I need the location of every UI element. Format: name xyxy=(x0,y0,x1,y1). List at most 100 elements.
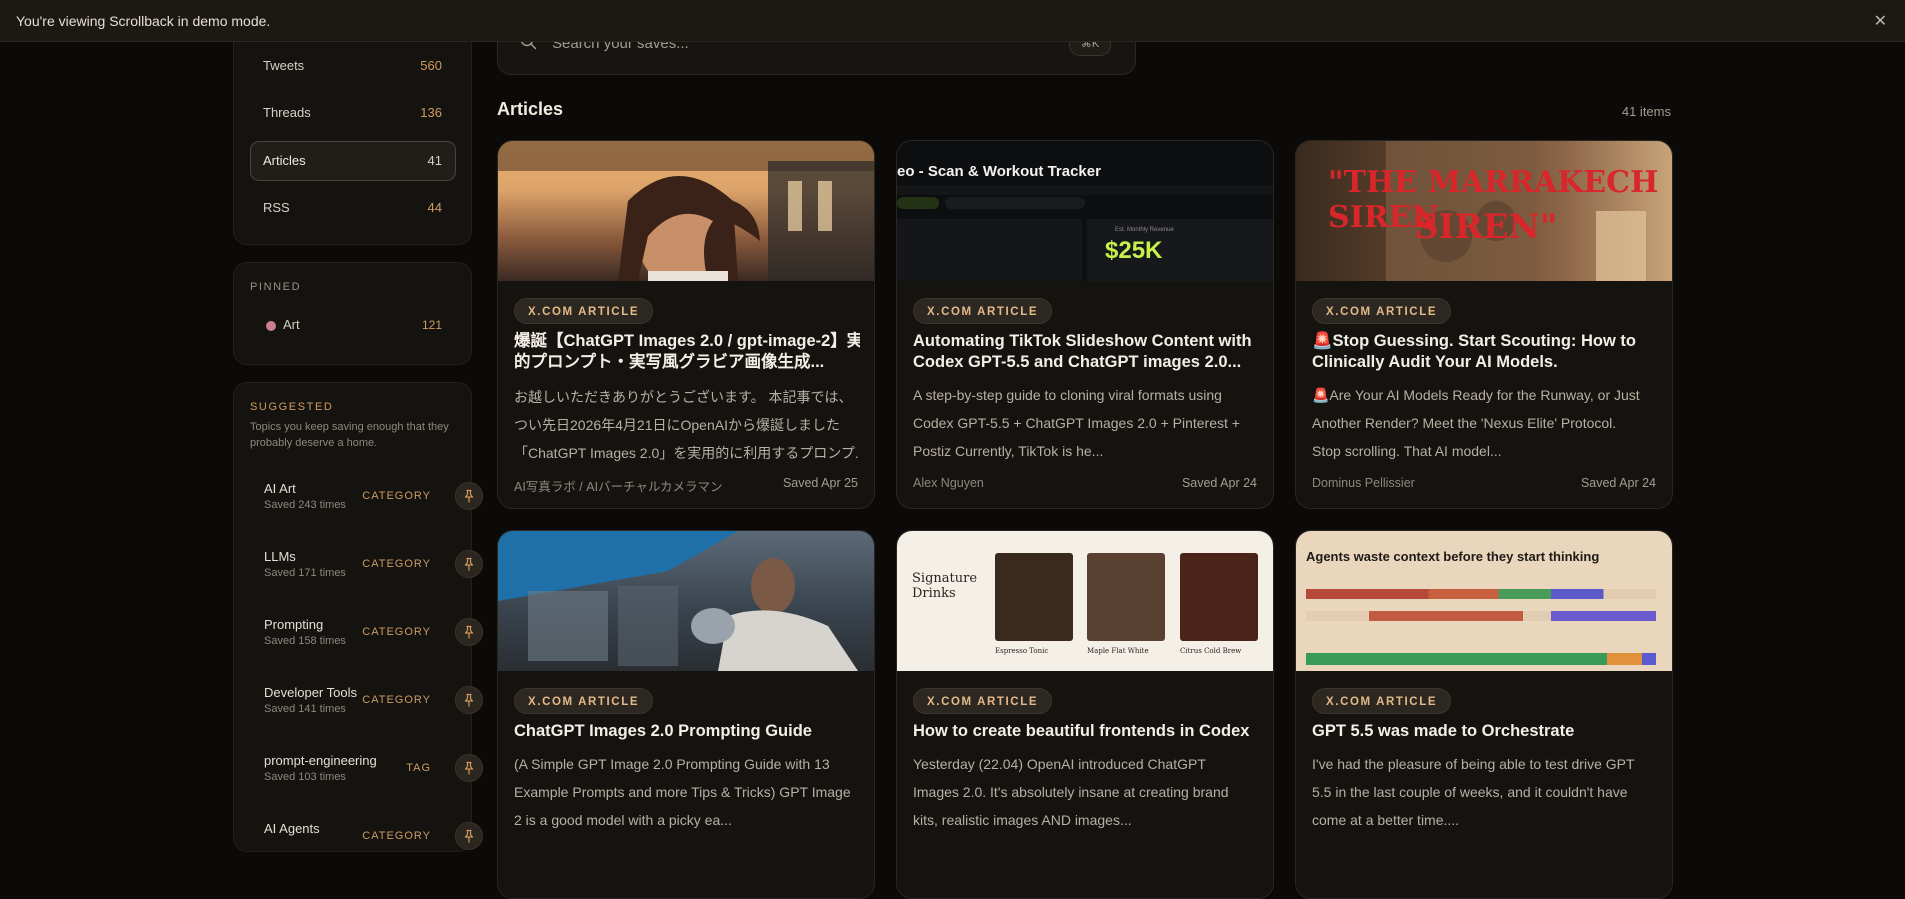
card-excerpt: Stop scrolling. That AI model... xyxy=(1312,443,1502,459)
sidebar-item-label: Articles xyxy=(263,153,306,168)
street-scene-image xyxy=(498,531,858,671)
demo-banner: You're viewing Scrollback in demo mode. … xyxy=(0,0,1905,42)
sidebar-item-tweets[interactable]: Tweets 560 xyxy=(250,46,456,86)
sidebar-item-count: 136 xyxy=(420,105,442,120)
card-title: GPT 5.5 was made to Orchestrate xyxy=(1312,722,1575,740)
suggested-description: Topics you keep saving enough that they … xyxy=(250,421,449,449)
thumb-panel xyxy=(897,219,1082,281)
suggested-saved: Saved 243 times xyxy=(264,499,346,511)
pin-button[interactable] xyxy=(455,822,483,850)
sidebar-item-threads[interactable]: Threads 136 xyxy=(250,93,456,133)
suggested-item[interactable]: Prompting Saved 158 times CATEGORY xyxy=(234,613,483,663)
pin-button[interactable] xyxy=(455,482,483,510)
thumb-revenue-label: Est. Monthly Revenue xyxy=(1115,227,1174,233)
pinned-item-art[interactable]: Art 121 xyxy=(250,315,456,337)
suggested-saved: Saved 171 times xyxy=(264,567,346,579)
card-title: Automating TikTok Slideshow Content with xyxy=(913,332,1252,350)
color-dot xyxy=(266,321,276,331)
demo-banner-message: You're viewing Scrollback in demo mode. xyxy=(16,13,271,29)
drink-photo xyxy=(1180,553,1258,641)
sidebar-item-articles[interactable]: Articles 41 xyxy=(250,141,456,181)
card-excerpt: kits, realistic images AND images... xyxy=(913,812,1132,828)
suggested-name: Prompting xyxy=(264,617,324,632)
source-badge: X.COM ARTICLE xyxy=(1312,298,1452,324)
portrait-image xyxy=(498,141,874,281)
suggested-saved: Saved 141 times xyxy=(264,703,346,715)
card-title: Codex GPT-5.5 and ChatGPT images 2.0... xyxy=(913,353,1242,371)
suggested-item[interactable]: prompt-engineering Saved 103 times TAG xyxy=(234,749,483,799)
card-author: Alex Nguyen xyxy=(913,476,984,490)
pin-button[interactable] xyxy=(455,550,483,578)
card-excerpt: I've had the pleasure of being able to t… xyxy=(1312,756,1635,772)
article-card[interactable]: "THE MARRAKECH SIREN SIREN" X.COM ARTICL… xyxy=(1295,140,1673,509)
article-card[interactable]: X.COM ARTICLE ChatGPT Images 2.0 Prompti… xyxy=(497,530,875,899)
card-saved-date: Saved Apr 24 xyxy=(1580,476,1656,490)
pinned-item-label: Art xyxy=(283,317,300,332)
sidebar-item-rss[interactable]: RSS 44 xyxy=(250,188,456,228)
card-excerpt: Postiz Currently, TikTok is he... xyxy=(913,443,1104,459)
suggested-saved: Saved 158 times xyxy=(264,635,346,647)
thumb-revenue-value: $25K xyxy=(1105,237,1163,264)
thumb-heading: Signature Drinks xyxy=(912,571,978,601)
source-badge: X.COM ARTICLE xyxy=(514,298,654,324)
thumb-headline-line2: SIREN" xyxy=(1414,207,1558,247)
card-excerpt: come at a better time.... xyxy=(1312,812,1460,828)
sidebar-item-label: Tweets xyxy=(263,58,305,73)
pin-icon xyxy=(464,761,474,775)
card-excerpt: Yesterday (22.04) OpenAI introduced Chat… xyxy=(913,756,1206,772)
card-thumbnail: eo - Scan & Workout Tracker Est. Monthly… xyxy=(897,141,1273,281)
suggested-item[interactable]: Developer Tools Saved 141 times CATEGORY xyxy=(234,681,483,731)
context-bar xyxy=(1306,611,1656,621)
card-excerpt: A step-by-step guide to cloning viral fo… xyxy=(913,387,1222,403)
suggested-name: AI Agents xyxy=(264,821,320,836)
pin-button[interactable] xyxy=(455,618,483,646)
suggested-kind: CATEGORY xyxy=(362,626,431,638)
card-title: 🚨Stop Guessing. Start Scouting: How to xyxy=(1312,332,1636,350)
card-excerpt: Example Prompts and more Tips & Tricks) … xyxy=(514,784,851,800)
pin-button[interactable] xyxy=(455,686,483,714)
suggested-item[interactable]: AI Art Saved 243 times CATEGORY xyxy=(234,477,483,527)
page-title: Articles xyxy=(497,99,564,119)
article-card[interactable]: Signature Drinks Espresso Tonic Maple Fl… xyxy=(896,530,1274,899)
context-bar xyxy=(1306,653,1656,665)
pin-icon xyxy=(464,829,474,843)
card-excerpt: 「ChatGPT Images 2.0」を実用的に利用するプロンプ... xyxy=(514,445,860,461)
card-excerpt: Another Render? Meet the 'Nexus Elite' P… xyxy=(1312,415,1617,431)
thumb-heading: Agents waste context before they start t… xyxy=(1306,549,1600,564)
article-card[interactable]: X.COM ARTICLE 爆誕【ChatGPT Images 2.0 / gp… xyxy=(497,140,875,509)
drink-photo xyxy=(1087,553,1165,641)
suggested-name: LLMs xyxy=(264,549,296,564)
card-excerpt: つい先日2026年4月21日にOpenAIから爆誕しました xyxy=(514,417,840,433)
card-author: Dominus Pellissier xyxy=(1312,476,1415,490)
suggested-saved: Saved 103 times xyxy=(264,771,346,783)
close-icon[interactable]: ✕ xyxy=(1874,11,1887,31)
drink-photo xyxy=(995,553,1073,641)
context-bar xyxy=(1306,589,1656,599)
pin-icon xyxy=(464,557,474,571)
thumb-subline xyxy=(897,185,1273,195)
suggested-title: SUGGESTED xyxy=(250,401,334,413)
article-card[interactable]: Agents waste context before they start t… xyxy=(1295,530,1673,899)
suggested-panel: SUGGESTED Topics you keep saving enough … xyxy=(233,382,483,852)
pin-icon xyxy=(464,693,474,707)
card-thumbnail xyxy=(498,531,874,671)
card-title: How to create beautiful frontends in Cod… xyxy=(913,722,1250,740)
article-card[interactable]: eo - Scan & Workout Tracker Est. Monthly… xyxy=(896,140,1274,509)
suggested-name: prompt-engineering xyxy=(264,753,377,768)
card-title: 的プロンプト・実写風グラビア画像生成... xyxy=(514,353,825,371)
suggested-name: AI Art xyxy=(264,481,296,496)
suggested-item[interactable]: AI Agents CATEGORY xyxy=(234,817,483,867)
thumb-revenue-panel: Est. Monthly Revenue $25K xyxy=(1087,219,1273,281)
card-excerpt: Codex GPT-5.5 + ChatGPT Images 2.0 + Pin… xyxy=(913,415,1240,431)
drink-name: Espresso Tonic xyxy=(995,647,1049,655)
pin-icon xyxy=(464,489,474,503)
source-badge: X.COM ARTICLE xyxy=(1312,688,1452,714)
sidebar-item-label: Threads xyxy=(263,105,311,120)
pin-button[interactable] xyxy=(455,754,483,782)
card-excerpt: 🚨Are Your AI Models Ready for the Runway… xyxy=(1312,387,1640,403)
sidebar-item-count: 41 xyxy=(427,153,442,168)
card-excerpt: (A Simple GPT Image 2.0 Prompting Guide … xyxy=(514,756,830,772)
suggested-item[interactable]: LLMs Saved 171 times CATEGORY xyxy=(234,545,483,595)
suggested-kind: CATEGORY xyxy=(362,694,431,706)
pinned-panel: PINNED Art 121 xyxy=(233,262,472,365)
